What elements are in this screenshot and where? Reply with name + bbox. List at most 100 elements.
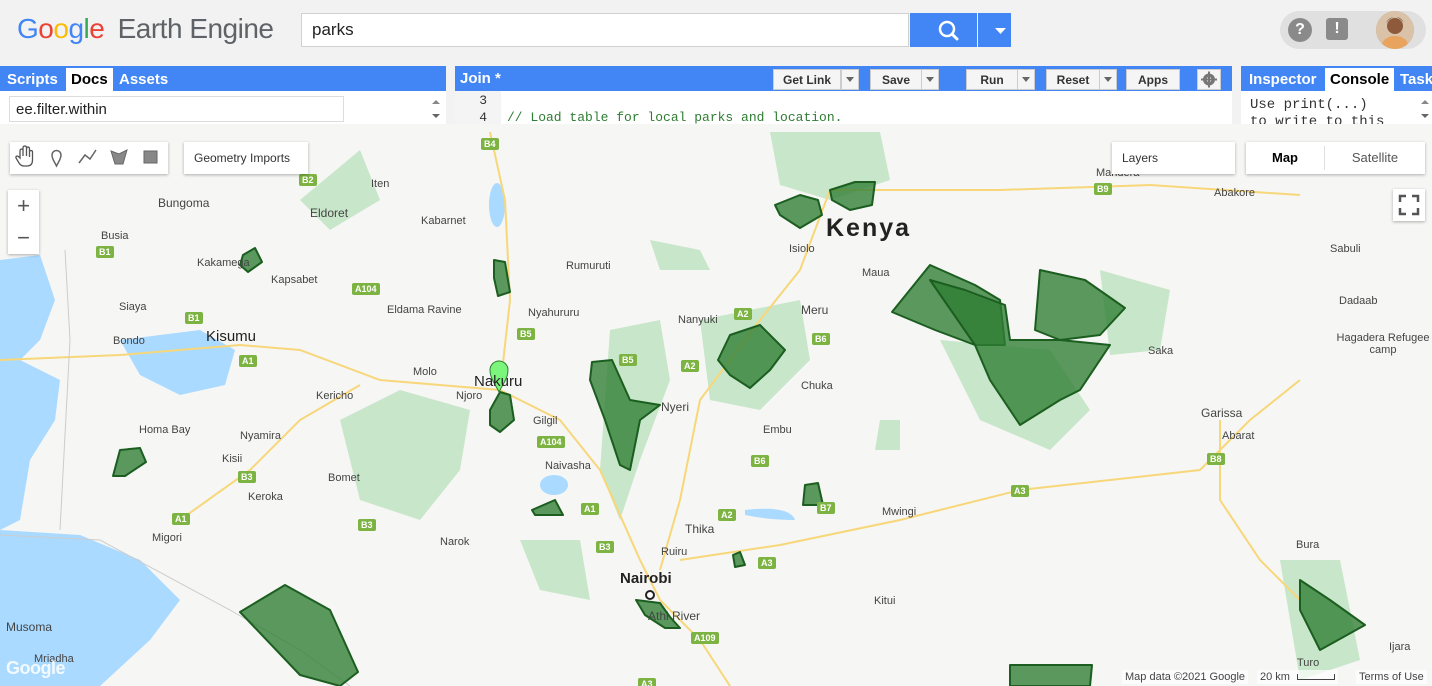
place-label: Turo	[1297, 657, 1320, 669]
rectangle-tool-button[interactable]	[134, 142, 165, 172]
search-bar	[301, 13, 1011, 47]
road-label: A104	[352, 283, 380, 295]
place-label: Eldoret	[310, 206, 349, 220]
road-label: A3	[758, 557, 776, 569]
layers-button[interactable]: Layers	[1112, 142, 1235, 174]
get-link-button[interactable]: Get Link	[773, 69, 841, 90]
map-graphics	[0, 131, 1366, 686]
place-label: Kitui	[874, 595, 896, 607]
pan-tool-button[interactable]	[10, 142, 41, 172]
road-label: B4	[481, 138, 499, 150]
place-label: Bondo	[113, 335, 145, 347]
left-panel: Scripts Docs Assets ee.filter.within	[0, 66, 446, 124]
app-logo[interactable]: Google Earth Engine	[17, 13, 274, 45]
search-input[interactable]	[301, 13, 909, 47]
place-label: Siaya	[119, 301, 147, 313]
settings-button[interactable]	[1197, 69, 1221, 90]
road-label: B5	[517, 328, 535, 340]
place-label: Chuka	[801, 380, 833, 392]
save-button[interactable]: Save	[870, 69, 922, 90]
place-label: Hagadera Refugee camp	[1336, 332, 1430, 356]
road-label: A2	[718, 509, 736, 521]
top-bar: Google Earth Engine ? !	[0, 0, 1432, 64]
place-label: Ruiru	[661, 546, 688, 558]
place-label: Athi River	[648, 609, 701, 623]
zoom-out-button[interactable]: −	[8, 222, 39, 254]
line-number: 4	[479, 110, 487, 125]
road-label: A109	[691, 632, 719, 644]
place-label: Migori	[152, 532, 182, 544]
gear-icon	[1201, 71, 1217, 88]
tab-docs[interactable]: Docs	[66, 68, 113, 91]
tab-inspector[interactable]: Inspector	[1244, 68, 1322, 91]
tab-console[interactable]: Console	[1325, 68, 1395, 91]
road-label: B1	[185, 312, 203, 324]
polygon-draw-icon	[110, 149, 128, 165]
reset-button[interactable]: Reset	[1046, 69, 1100, 90]
road-label: A1	[172, 513, 190, 525]
place-label: Saka	[1148, 345, 1174, 357]
search-options-button[interactable]	[978, 13, 1011, 47]
place-label: Gilgil	[533, 415, 558, 427]
road-label: A2	[681, 360, 699, 372]
road-label: B3	[238, 471, 256, 483]
tab-scripts[interactable]: Scripts	[2, 68, 63, 91]
scrollbar[interactable]	[430, 96, 442, 122]
place-label: Naivasha	[545, 460, 591, 472]
road-label: B3	[596, 541, 614, 553]
run-dropdown[interactable]	[1017, 69, 1035, 90]
get-link-dropdown[interactable]	[841, 69, 859, 90]
help-icon[interactable]: ?	[1288, 18, 1312, 42]
console-hint: Use print(...)	[1250, 97, 1368, 113]
right-panel: Inspector Console Task Use print(...) to…	[1241, 66, 1432, 124]
docs-filter-input[interactable]: ee.filter.within	[9, 96, 344, 122]
google-logo-text: Google	[17, 13, 105, 44]
right-tab-bar: Inspector Console Task	[1241, 66, 1432, 91]
place-label: Bungoma	[158, 196, 210, 210]
terms-link[interactable]: Terms of Use	[1356, 670, 1427, 684]
run-button[interactable]: Run	[966, 69, 1018, 90]
code-line-comment[interactable]: // Load table for local parks and locati…	[507, 110, 842, 125]
geometry-imports-button[interactable]: Geometry Imports	[184, 142, 308, 174]
line-tool-button[interactable]	[72, 142, 103, 172]
place-label: Rumuruti	[566, 260, 611, 272]
avatar[interactable]	[1376, 11, 1414, 49]
reset-dropdown[interactable]	[1099, 69, 1117, 90]
map-attribution[interactable]: Map data ©2021 Google	[1122, 670, 1249, 684]
fullscreen-button[interactable]	[1393, 189, 1425, 221]
editor-toolbar: Join * Get Link Save Run Reset Apps	[455, 66, 1232, 91]
map-type-map-button[interactable]: Map	[1246, 142, 1324, 174]
tab-assets[interactable]: Assets	[114, 68, 173, 91]
map-type-satellite-button[interactable]: Satellite	[1325, 142, 1425, 174]
tab-tasks[interactable]: Task	[1395, 68, 1432, 91]
apps-button[interactable]: Apps	[1126, 69, 1180, 90]
road-label: A2	[734, 308, 752, 320]
place-label: Kakamega	[197, 257, 250, 269]
code-editor-panel: Join * Get Link Save Run Reset Apps 3 4 …	[455, 66, 1232, 125]
place-label: Mwingi	[882, 506, 917, 518]
place-label: Kapsabet	[271, 274, 318, 286]
polygon-tool-button[interactable]	[103, 142, 134, 172]
road-label: B9	[1094, 183, 1112, 195]
save-dropdown[interactable]	[921, 69, 939, 90]
place-label: Kericho	[316, 390, 354, 402]
map-canvas[interactable]: Bungoma Eldoret Iten Kabarnet Busia Kaka…	[0, 124, 1432, 686]
point-tool-button[interactable]	[41, 142, 72, 172]
road-label: A1	[581, 503, 599, 515]
dropdown-icon	[995, 28, 1006, 34]
feedback-icon[interactable]: !	[1326, 18, 1348, 40]
place-label: Kabarnet	[421, 215, 466, 227]
zoom-in-button[interactable]: +	[8, 190, 39, 222]
place-label: Nyamira	[240, 430, 281, 442]
map-type-control: Map Satellite	[1246, 142, 1425, 174]
road-label: B7	[817, 502, 835, 514]
place-label: Busia	[101, 230, 129, 242]
rectangle-draw-icon	[143, 150, 158, 164]
place-label: Isiolo	[789, 243, 815, 255]
line-number: 3	[479, 93, 487, 108]
console-scrollbar[interactable]	[1419, 96, 1431, 122]
place-label: Njoro	[456, 390, 483, 402]
road-label: B2	[299, 174, 317, 186]
search-button[interactable]	[910, 13, 977, 47]
road-label: A104	[537, 436, 565, 448]
